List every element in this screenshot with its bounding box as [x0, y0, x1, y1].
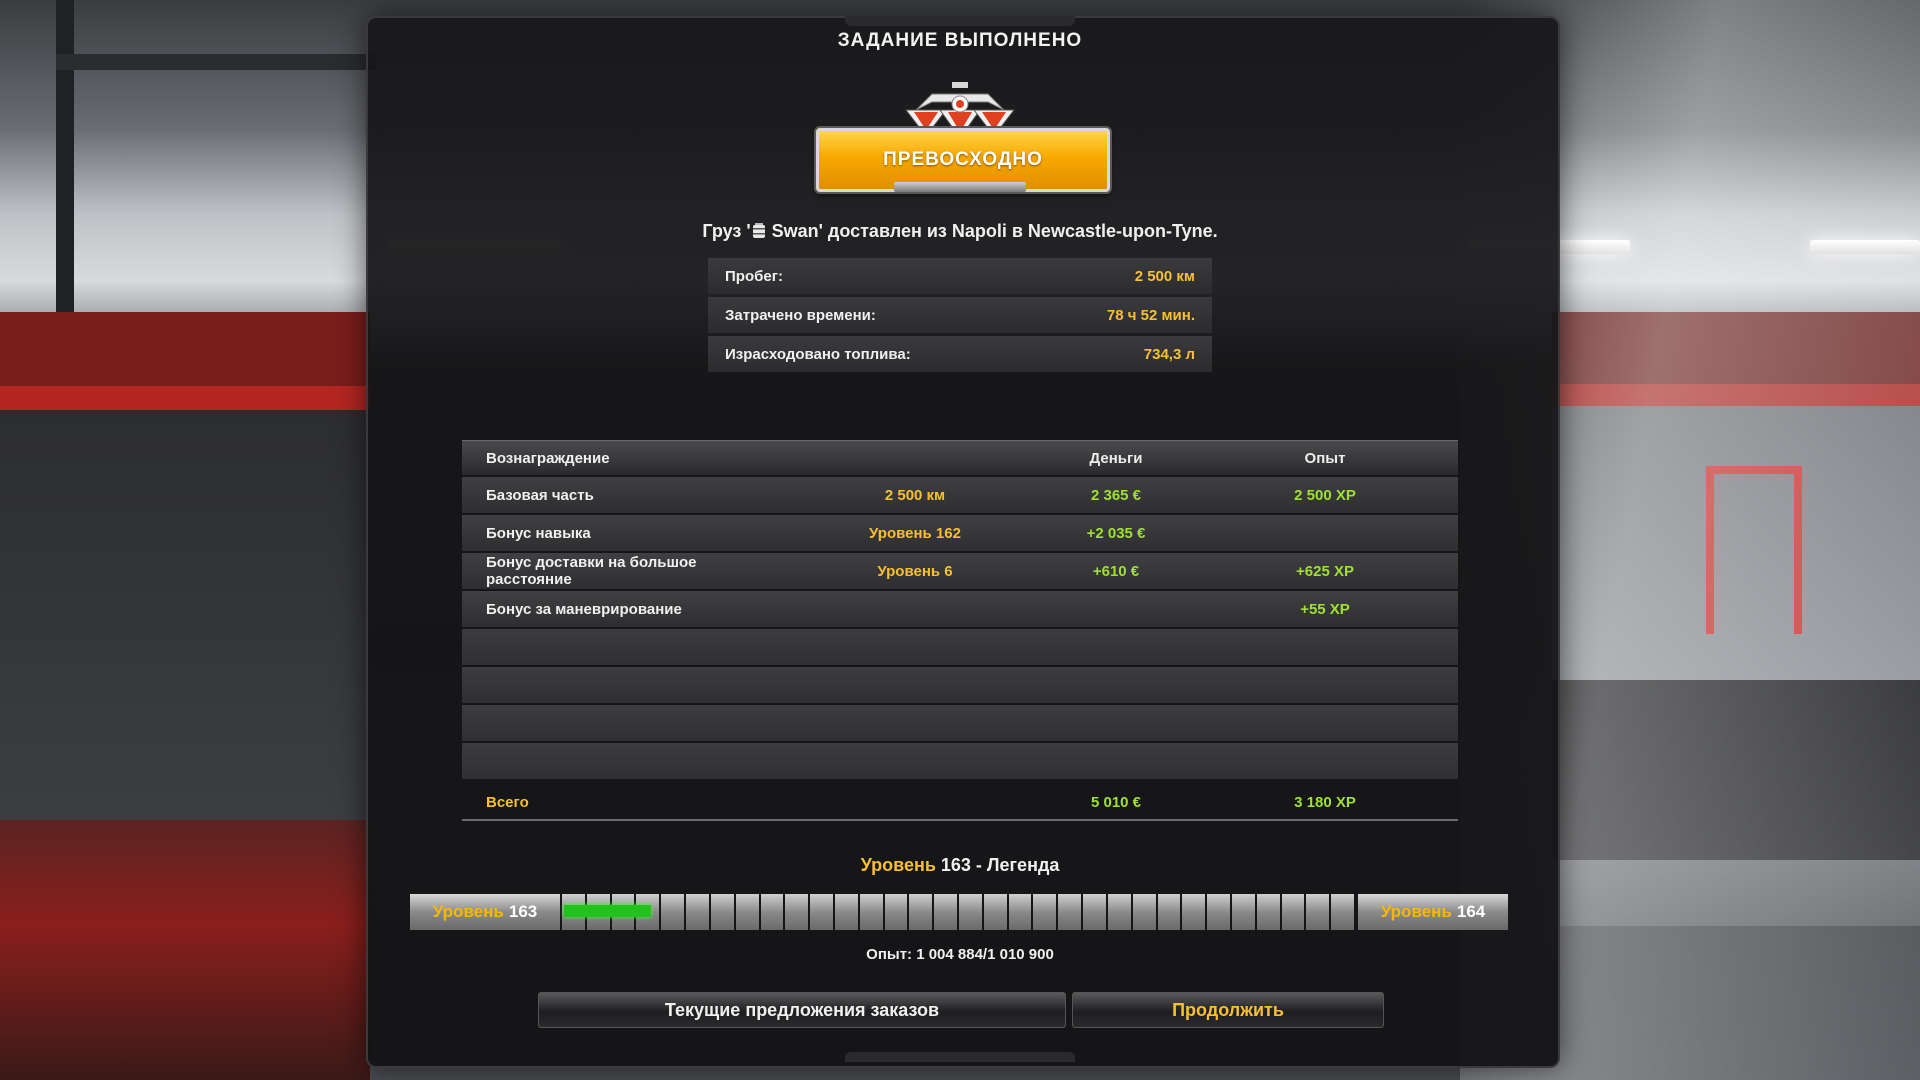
progress-segment [1157, 894, 1181, 930]
header-xp: Опыт [1304, 449, 1346, 467]
stat-time: Затрачено времени: 78 ч 52 мин. [708, 297, 1212, 333]
delivery-summary: Груз ' Swan' доставлен из Napoli в Newca… [0, 221, 1920, 242]
delivery-prefix: Груз ' [702, 221, 751, 241]
steel-beam [56, 54, 376, 70]
reward-detail: Уровень 6 [877, 562, 953, 580]
reward-money: +610 € [1092, 562, 1140, 580]
progress-segment [1132, 894, 1156, 930]
stat-label: Израсходовано топлива: [725, 345, 911, 363]
reward-name: Бонус доставки на большое расстояние [486, 554, 697, 588]
garage-wall [0, 410, 370, 870]
level-title-rest: 163 - Легенда [935, 855, 1060, 875]
progress-segment [1281, 894, 1305, 930]
progress-segment [909, 894, 933, 930]
progress-segment [1008, 894, 1032, 930]
reward-detail: 2 500 км [884, 486, 946, 504]
rewards-header-row: Вознаграждение Деньги Опыт [462, 440, 1458, 475]
reward-name: Базовая часть [486, 486, 594, 504]
progress-segment [661, 894, 685, 930]
stat-value: 2 500 км [1134, 267, 1195, 285]
progress-segment [1083, 894, 1106, 930]
progress-segment [983, 894, 1007, 930]
table-row: Бонус за маневрирование +55 XP [462, 591, 1458, 627]
table-row: Бонус навыка Уровень 162 +2 035 € [462, 515, 1458, 551]
stat-value: 734,3 л [1143, 345, 1195, 363]
progress-segment [1331, 894, 1354, 930]
progress-segment [810, 894, 833, 930]
progress-segment [1256, 894, 1280, 930]
empty-row [462, 629, 1458, 665]
progress-segment [1231, 894, 1255, 930]
progress-segment [1107, 894, 1131, 930]
header-reward: Вознаграждение [486, 449, 610, 467]
total-label: Всего [486, 793, 529, 811]
progress-segment [686, 894, 709, 930]
continue-button[interactable]: Продолжить [1072, 992, 1384, 1028]
wall-stripe [0, 386, 370, 410]
level-title: Уровень 163 - Легенда [0, 855, 1920, 876]
stat-fuel: Израсходовано топлива: 734,3 л [708, 336, 1212, 372]
empty-row [462, 743, 1458, 779]
reward-money: +2 035 € [1086, 524, 1146, 542]
badge-base [894, 182, 1026, 192]
table-row: Базовая часть 2 500 км 2 365 € 2 500 XP [462, 477, 1458, 513]
delivery-stats: Пробег: 2 500 км Затрачено времени: 78 ч… [708, 258, 1212, 375]
cargo-barrel-icon [752, 223, 765, 238]
reward-name: Бонус навыка [486, 524, 591, 542]
progress-segment [884, 894, 908, 930]
reward-xp: +625 XP [1296, 562, 1354, 580]
current-level-number: 163 [508, 902, 538, 921]
reward-detail: Уровень 162 [869, 524, 961, 542]
level-progress-track [562, 894, 1356, 930]
delivery-suffix: Swan' доставлен из Napoli в Newcastle-up… [766, 221, 1218, 241]
progress-segment [834, 894, 858, 930]
reward-money: 2 365 € [1090, 486, 1142, 504]
progress-segment [1182, 894, 1206, 930]
rewards-table: Вознаграждение Деньги Опыт Базовая часть… [462, 440, 1458, 821]
panel-notch [845, 1052, 1075, 1062]
current-job-offers-button[interactable]: Текущие предложения заказов [538, 992, 1066, 1028]
progress-segment [959, 894, 982, 930]
panel-notch [845, 16, 1075, 26]
reward-xp: +55 XP [1300, 600, 1350, 618]
progress-segment [760, 894, 784, 930]
next-level-label: Уровень 164 [1358, 894, 1508, 930]
progress-segment [934, 894, 957, 930]
next-level-number: 164 [1456, 902, 1486, 921]
level-progress-fill [564, 905, 652, 917]
badge-label: ПРЕВОСХОДНО [883, 149, 1043, 170]
reward-name: Бонус за маневрирование [486, 600, 682, 618]
stat-distance: Пробег: 2 500 км [708, 258, 1212, 294]
total-xp: 3 180 XP [1294, 793, 1356, 811]
experience-total: Опыт: 1 004 884/1 010 900 [866, 946, 1054, 963]
progress-segment [735, 894, 759, 930]
empty-row [462, 667, 1458, 703]
progress-segment [1058, 894, 1082, 930]
reward-xp: 2 500 XP [1294, 486, 1356, 504]
progress-segment [785, 894, 809, 930]
stat-label: Затрачено времени: [725, 306, 876, 324]
total-money: 5 010 € [1090, 793, 1142, 811]
stat-label: Пробег: [725, 267, 783, 285]
progress-segment [710, 894, 734, 930]
progress-segment [1033, 894, 1057, 930]
wall-stripe [0, 312, 370, 392]
header-money: Деньги [1089, 449, 1143, 467]
stat-value: 78 ч 52 мин. [1106, 306, 1195, 324]
progress-segment [1207, 894, 1230, 930]
total-row: Всего 5 010 € 3 180 XP [462, 785, 1458, 821]
progress-segment [1306, 894, 1330, 930]
empty-row [462, 705, 1458, 741]
next-level-word: Уровень [1380, 902, 1452, 921]
current-level-label: Уровень 163 [410, 894, 560, 930]
table-row: Бонус доставки на большое расстояние Уро… [462, 553, 1458, 589]
level-title-prefix: Уровень [860, 855, 936, 875]
level-progress-bar: Уровень 163 Уровень 164 [410, 894, 1508, 930]
progress-segment [859, 894, 883, 930]
current-level-word: Уровень [432, 902, 504, 921]
page-title: ЗАДАНИЕ ВЫПОЛНЕНО [837, 30, 1083, 51]
